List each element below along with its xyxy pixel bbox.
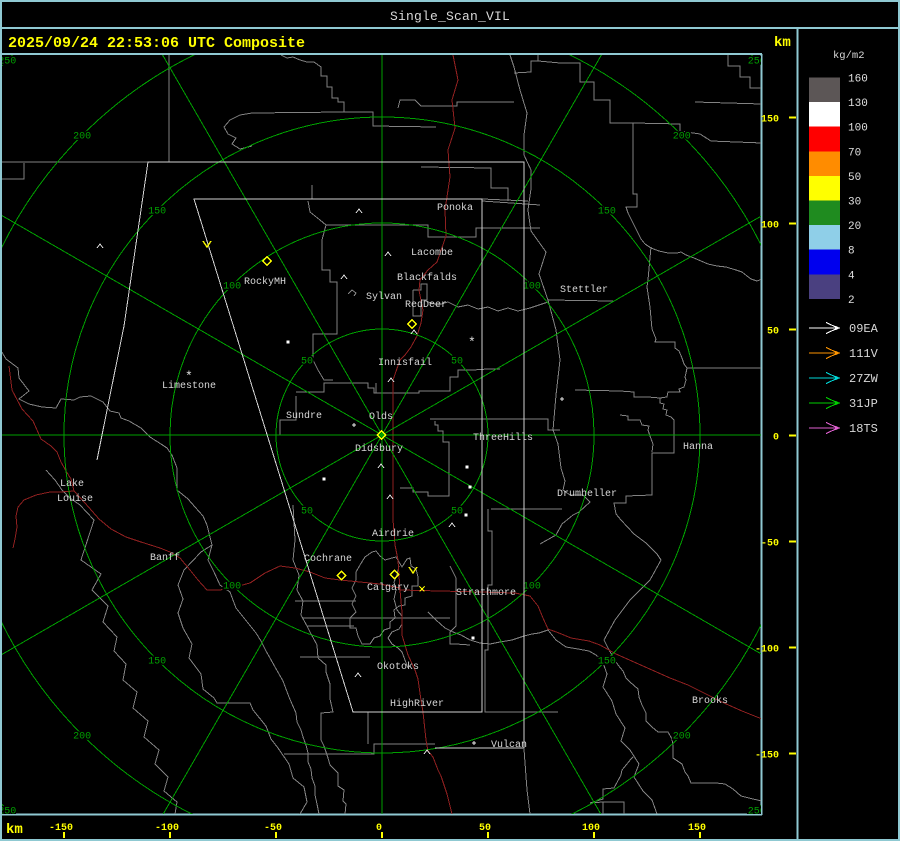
svg-text:Didsbury: Didsbury <box>355 443 403 455</box>
svg-text:Sylvan: Sylvan <box>366 291 402 303</box>
svg-text:50: 50 <box>301 506 313 517</box>
svg-text:*: * <box>185 369 193 384</box>
svg-text:Brooks: Brooks <box>692 695 728 707</box>
svg-text:Innisfail: Innisfail <box>378 357 432 369</box>
svg-text:HighRiver: HighRiver <box>390 698 444 710</box>
svg-text:100: 100 <box>223 282 241 293</box>
svg-text:160: 160 <box>848 74 868 86</box>
svg-text:Lake: Lake <box>60 478 84 490</box>
svg-text:2025/09/24 22:53:06 UTC Compos: 2025/09/24 22:53:06 UTC Composite <box>8 35 305 52</box>
svg-text:-50: -50 <box>761 539 779 550</box>
svg-text:Airdrie: Airdrie <box>372 528 414 540</box>
svg-text:200: 200 <box>673 132 691 143</box>
svg-text:200: 200 <box>73 731 91 742</box>
svg-text:150: 150 <box>688 823 706 834</box>
svg-text:kg/m2: kg/m2 <box>833 50 865 62</box>
svg-text:100: 100 <box>523 581 541 592</box>
svg-text:50: 50 <box>451 357 463 368</box>
svg-text:150: 150 <box>148 207 166 218</box>
svg-text:18TS: 18TS <box>849 422 878 436</box>
svg-text:Louise: Louise <box>57 493 93 505</box>
svg-text:Hanna: Hanna <box>683 442 713 453</box>
svg-text:111V: 111V <box>849 347 879 361</box>
svg-text:-150: -150 <box>755 751 779 762</box>
svg-text:-150: -150 <box>49 823 73 834</box>
svg-text:50: 50 <box>848 172 861 184</box>
svg-text:km: km <box>774 35 791 51</box>
svg-text:200: 200 <box>673 731 691 742</box>
svg-text:150: 150 <box>598 656 616 667</box>
svg-text:Blackfalds: Blackfalds <box>397 272 457 284</box>
svg-text:Olds: Olds <box>369 411 393 423</box>
svg-text:100: 100 <box>223 581 241 592</box>
svg-text:Sundre: Sundre <box>286 410 322 422</box>
svg-text:-100: -100 <box>155 823 179 834</box>
svg-text:250: 250 <box>0 57 16 68</box>
svg-text:31JP: 31JP <box>849 397 878 411</box>
svg-text:Drumheller: Drumheller <box>557 488 617 500</box>
svg-text:*: * <box>468 335 476 350</box>
svg-text:-50: -50 <box>264 823 282 834</box>
svg-text:150: 150 <box>148 656 166 667</box>
svg-text:150: 150 <box>761 115 779 126</box>
svg-text:Single_Scan_VIL: Single_Scan_VIL <box>390 9 510 24</box>
svg-text:km: km <box>6 822 23 838</box>
svg-text:8: 8 <box>848 246 855 258</box>
svg-text:27ZW: 27ZW <box>849 372 879 386</box>
svg-text:-100: -100 <box>755 645 779 656</box>
svg-text:2: 2 <box>848 295 855 307</box>
svg-text:4: 4 <box>848 270 855 282</box>
svg-text:50: 50 <box>479 823 491 834</box>
svg-text:100: 100 <box>582 823 600 834</box>
svg-text:150: 150 <box>598 207 616 218</box>
svg-text:20: 20 <box>848 221 861 233</box>
svg-text:0: 0 <box>773 433 779 444</box>
svg-text:Calgary: Calgary <box>367 582 409 594</box>
svg-text:200: 200 <box>73 132 91 143</box>
svg-text:70: 70 <box>848 147 861 159</box>
svg-text:Okotoks: Okotoks <box>377 661 419 673</box>
svg-text:09EA: 09EA <box>849 322 879 336</box>
svg-text:50: 50 <box>451 506 463 517</box>
svg-text:Ponoka: Ponoka <box>437 202 473 214</box>
svg-text:ThreeHills: ThreeHills <box>473 432 533 444</box>
svg-text:RedDeer: RedDeer <box>405 299 447 311</box>
svg-text:Cochrane: Cochrane <box>304 553 352 565</box>
svg-text:30: 30 <box>848 197 861 209</box>
svg-text:100: 100 <box>848 123 868 135</box>
svg-text:50: 50 <box>767 327 779 338</box>
svg-text:100: 100 <box>523 282 541 293</box>
svg-text:50: 50 <box>301 357 313 368</box>
svg-text:RockyMH: RockyMH <box>244 276 286 288</box>
svg-text:Banff: Banff <box>150 552 180 564</box>
svg-text:Strathmore: Strathmore <box>456 587 516 599</box>
svg-text:Stettler: Stettler <box>560 284 608 296</box>
svg-text:100: 100 <box>761 221 779 232</box>
svg-text:Vulcan: Vulcan <box>491 739 527 751</box>
svg-text:130: 130 <box>848 98 868 110</box>
svg-text:Lacombe: Lacombe <box>411 247 453 259</box>
